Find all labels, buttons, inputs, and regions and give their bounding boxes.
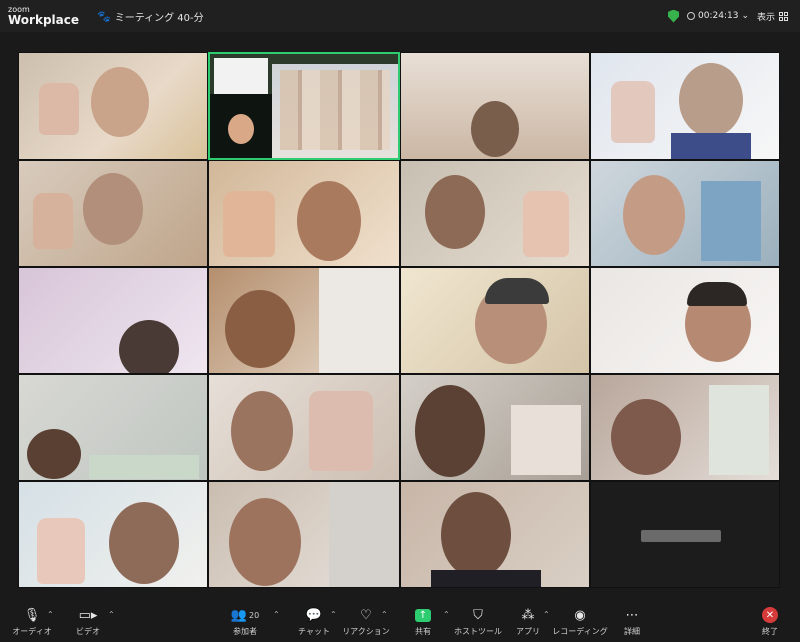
microphone-icon: 🎙 — [23, 607, 41, 623]
video-tile[interactable] — [208, 481, 400, 588]
grid-view-icon — [779, 11, 788, 21]
video-tile[interactable] — [400, 481, 590, 588]
video-label: ビデオ — [76, 627, 100, 636]
heart-icon: ♡ — [360, 607, 372, 623]
close-icon: ✕ — [762, 607, 778, 623]
chat-icon: 💬 — [305, 607, 323, 623]
video-tile[interactable] — [590, 374, 780, 481]
video-tile[interactable] — [18, 52, 208, 160]
app-logo: zoom Workplace — [8, 6, 80, 27]
apps-label: アプリ — [516, 627, 540, 636]
participants-options-caret[interactable]: ⌃ — [273, 610, 280, 619]
participants-icon: 👥 20 — [230, 607, 260, 623]
camera-icon: ▭▸ — [78, 607, 98, 623]
video-tile[interactable] — [18, 481, 208, 588]
audio-options-caret[interactable]: ⌃ — [47, 610, 54, 619]
host-tools-label: ホストツール — [454, 627, 502, 636]
video-tile[interactable] — [208, 267, 400, 374]
participant-name — [641, 530, 721, 542]
meeting-toolbar: 🎙 オーディオ ⌃ ▭▸ ビデオ ⌃ 👥 20 参加者 ⌃ 💬 チャット ⌃ ♡ … — [0, 602, 800, 642]
video-tile[interactable] — [590, 52, 780, 160]
video-tile[interactable] — [400, 374, 590, 481]
participants-label: 参加者 — [233, 627, 257, 636]
active-speaker-tile[interactable] — [208, 52, 400, 160]
video-tile[interactable] — [18, 160, 208, 267]
title-bar: zoom Workplace 🐾 ミーティング 40-分 00:24:13 ⌄ … — [0, 0, 800, 32]
chevron-down-icon: ⌄ — [741, 11, 749, 21]
video-tile[interactable] — [208, 374, 400, 481]
meeting-title: ミーティング 40-分 — [114, 12, 204, 24]
video-tile[interactable] — [400, 267, 590, 374]
view-label: 表示 — [756, 12, 775, 23]
chat-label: チャット — [298, 627, 330, 636]
logo-bottom: Workplace — [8, 13, 80, 27]
view-button[interactable]: 表示 — [757, 10, 788, 23]
video-options-caret[interactable]: ⌃ — [108, 610, 115, 619]
meeting-timer[interactable]: 00:24:13 ⌄ — [687, 11, 749, 21]
end-button[interactable]: ✕ 終了 — [738, 606, 800, 637]
clock-icon — [687, 12, 696, 20]
paw-icon: 🐾 — [97, 9, 111, 23]
video-tile[interactable] — [400, 160, 590, 267]
record-icon: ◉ — [574, 607, 586, 623]
video-tile[interactable] — [18, 374, 208, 481]
reactions-label: リアクション — [342, 627, 390, 636]
apps-icon: ⁂ — [521, 607, 535, 623]
audio-button[interactable]: 🎙 オーディオ — [0, 606, 64, 637]
participants-button[interactable]: 👥 20 参加者 — [213, 606, 277, 637]
more-icon: ⋯ — [625, 607, 639, 623]
participant-count: 20 — [249, 610, 260, 620]
video-tile[interactable] — [590, 267, 780, 374]
reactions-options-caret[interactable]: ⌃ — [381, 610, 388, 619]
audio-label: オーディオ — [12, 627, 52, 636]
elapsed-time: 00:24:13 — [698, 11, 739, 21]
video-gallery — [18, 52, 780, 588]
shield-icon: ⛉ — [473, 607, 483, 623]
more-label: 詳細 — [624, 627, 640, 636]
video-tile[interactable] — [590, 160, 780, 267]
more-button[interactable]: ⋯ 詳細 — [600, 606, 664, 637]
meeting-info[interactable]: 🐾 ミーティング 40-分 — [97, 9, 204, 24]
video-tile[interactable] — [400, 52, 590, 160]
share-label: 共有 — [415, 627, 431, 636]
shield-icon[interactable] — [668, 9, 680, 23]
video-tile[interactable] — [208, 160, 400, 267]
reactions-button[interactable]: ♡ リアクション — [334, 606, 398, 637]
share-screen-icon: ↑ — [415, 608, 431, 622]
end-label: 終了 — [762, 627, 778, 636]
video-off-tile[interactable] — [590, 481, 780, 588]
video-tile[interactable] — [18, 267, 208, 374]
